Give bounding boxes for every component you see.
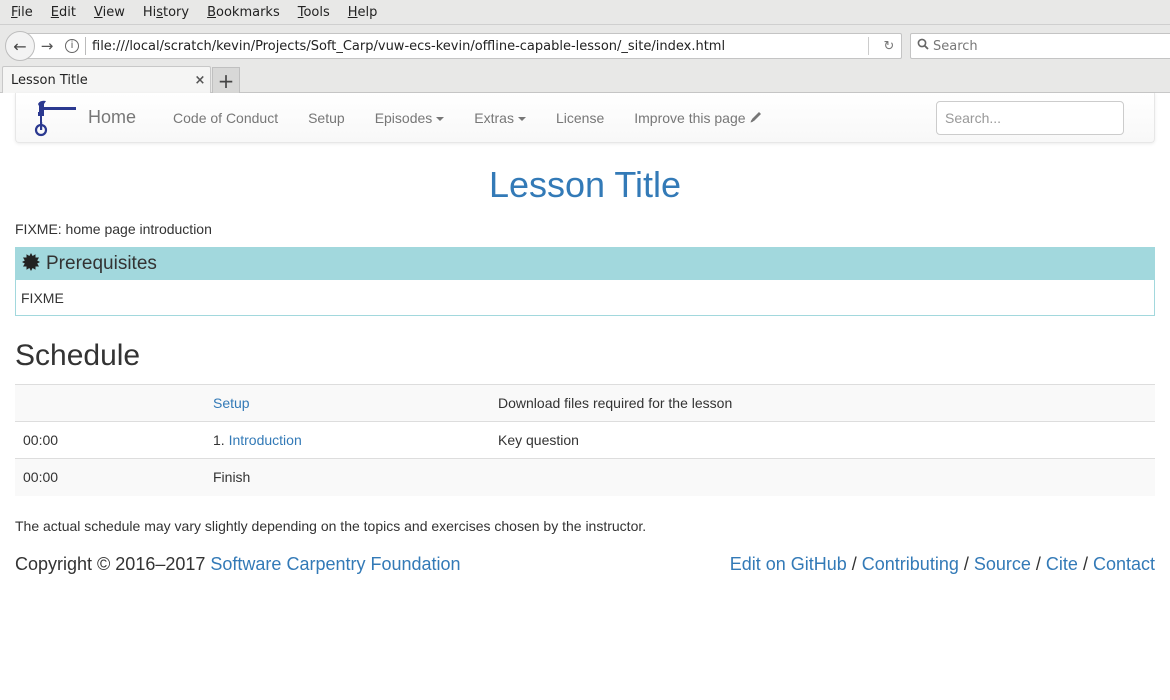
cite-link[interactable]: Cite <box>1046 554 1078 574</box>
nav-episodes-label: Episodes <box>374 109 433 126</box>
page-title: Lesson Title <box>488 164 682 205</box>
prerequisites-body: FIXME <box>21 289 64 306</box>
prerequisites-box: Prerequisites FIXME <box>15 247 1155 316</box>
footer-separator: / <box>846 553 862 574</box>
browser-search-placeholder: Search <box>933 38 978 54</box>
schedule-time: 00:00 <box>15 458 205 496</box>
url-bar[interactable]: i file:///local/scratch/kevin/Projects/S… <box>20 33 902 59</box>
schedule-time <box>15 384 205 422</box>
forward-button[interactable]: → <box>36 36 58 56</box>
table-row: 00:00 Finish <box>15 458 1155 496</box>
schedule-link-setup[interactable]: Setup <box>213 395 250 411</box>
table-row: 00:00 1. Introduction Key question <box>15 421 1155 459</box>
schedule-table: Setup Download files required for the le… <box>15 384 1155 496</box>
nav-extras-dropdown[interactable]: Extras <box>459 110 541 126</box>
schedule-item: Setup <box>205 384 490 422</box>
schedule-time: 00:00 <box>15 421 205 459</box>
schedule-desc <box>490 458 1155 496</box>
caret-down-icon <box>436 116 445 121</box>
tab-strip: Lesson Title × + <box>0 64 1170 93</box>
url-separator <box>85 37 86 55</box>
browser-search-box[interactable]: Search <box>910 33 1170 59</box>
pencil-icon <box>749 110 763 126</box>
footer-copyright: Copyright © 2016–2017 Software Carpentry… <box>15 554 461 575</box>
menu-edit[interactable]: Edit <box>44 5 83 20</box>
page-content: Home Code of Conduct Setup Episodes Extr… <box>0 93 1170 575</box>
url-text[interactable]: file:///local/scratch/kevin/Projects/Sof… <box>92 39 868 54</box>
menu-history[interactable]: History <box>136 5 196 20</box>
plus-icon: + <box>217 68 235 93</box>
info-icon[interactable]: i <box>65 39 79 53</box>
foundation-link[interactable]: Software Carpentry Foundation <box>210 554 460 574</box>
tab-lesson-title[interactable]: Lesson Title × <box>2 66 211 93</box>
footer-separator: / <box>1030 553 1046 574</box>
nav-improve-page[interactable]: Improve this page <box>619 110 778 126</box>
nav-extras-label: Extras <box>474 109 514 126</box>
nav-setup[interactable]: Setup <box>293 110 360 126</box>
schedule-desc: Download files required for the lesson <box>490 384 1155 422</box>
nav-license[interactable]: License <box>541 110 619 126</box>
schedule-desc: Key question <box>490 421 1155 459</box>
copyright-text: Copyright © 2016–2017 <box>15 553 211 574</box>
contributing-link[interactable]: Contributing <box>862 554 959 574</box>
reload-icon[interactable]: ↻ <box>877 39 901 54</box>
table-row: Setup Download files required for the le… <box>15 384 1155 422</box>
intro-text: FIXME: home page introduction <box>15 221 212 237</box>
tab-title: Lesson Title <box>11 72 88 88</box>
prerequisites-header: Prerequisites <box>16 248 1154 280</box>
nav-episodes-dropdown[interactable]: Episodes <box>360 110 460 126</box>
footer-separator: / <box>1077 553 1093 574</box>
new-tab-button[interactable]: + <box>212 67 240 93</box>
schedule-item: Finish <box>205 458 490 496</box>
site-search-input[interactable] <box>936 101 1124 135</box>
browser-menubar: File Edit View History Bookmarks Tools H… <box>0 0 1170 24</box>
search-icon <box>917 38 929 54</box>
nav-code-of-conduct[interactable]: Code of Conduct <box>158 110 293 126</box>
nav-improve-label: Improve this page <box>634 109 746 126</box>
schedule-note: The actual schedule may vary slightly de… <box>15 517 647 534</box>
schedule-number: 1. <box>213 432 229 448</box>
reload-separator <box>868 37 869 55</box>
footer-separator: / <box>958 553 974 574</box>
menu-tools[interactable]: Tools <box>291 5 337 20</box>
schedule-heading: Schedule <box>15 339 141 372</box>
schedule-link-introduction[interactable]: Introduction <box>229 432 302 448</box>
menu-view[interactable]: View <box>87 5 132 20</box>
menu-help[interactable]: Help <box>341 5 385 20</box>
edit-on-github-link[interactable]: Edit on GitHub <box>730 554 847 574</box>
prerequisites-heading: Prerequisites <box>46 253 157 274</box>
menu-file[interactable]: File <box>4 5 40 20</box>
nav-home[interactable]: Home <box>88 107 136 128</box>
contact-link[interactable]: Contact <box>1093 554 1155 574</box>
caret-down-icon <box>517 116 526 121</box>
schedule-item: 1. Introduction <box>205 421 490 459</box>
close-tab-icon[interactable]: × <box>190 73 210 88</box>
certificate-icon <box>22 252 40 276</box>
back-arrow-icon: ← <box>13 36 27 56</box>
forward-arrow-icon: → <box>40 37 54 55</box>
source-link[interactable]: Source <box>974 554 1031 574</box>
footer-links: Edit on GitHub / Contributing / Source /… <box>730 554 1155 575</box>
browser-toolbar: i file:///local/scratch/kevin/Projects/S… <box>0 24 1170 64</box>
carpentry-logo-icon[interactable] <box>30 98 78 138</box>
menu-bookmarks[interactable]: Bookmarks <box>200 5 287 20</box>
footer: Copyright © 2016–2017 Software Carpentry… <box>15 554 1155 575</box>
site-navbar: Home Code of Conduct Setup Episodes Extr… <box>15 93 1155 143</box>
back-button[interactable]: ← <box>5 31 35 61</box>
